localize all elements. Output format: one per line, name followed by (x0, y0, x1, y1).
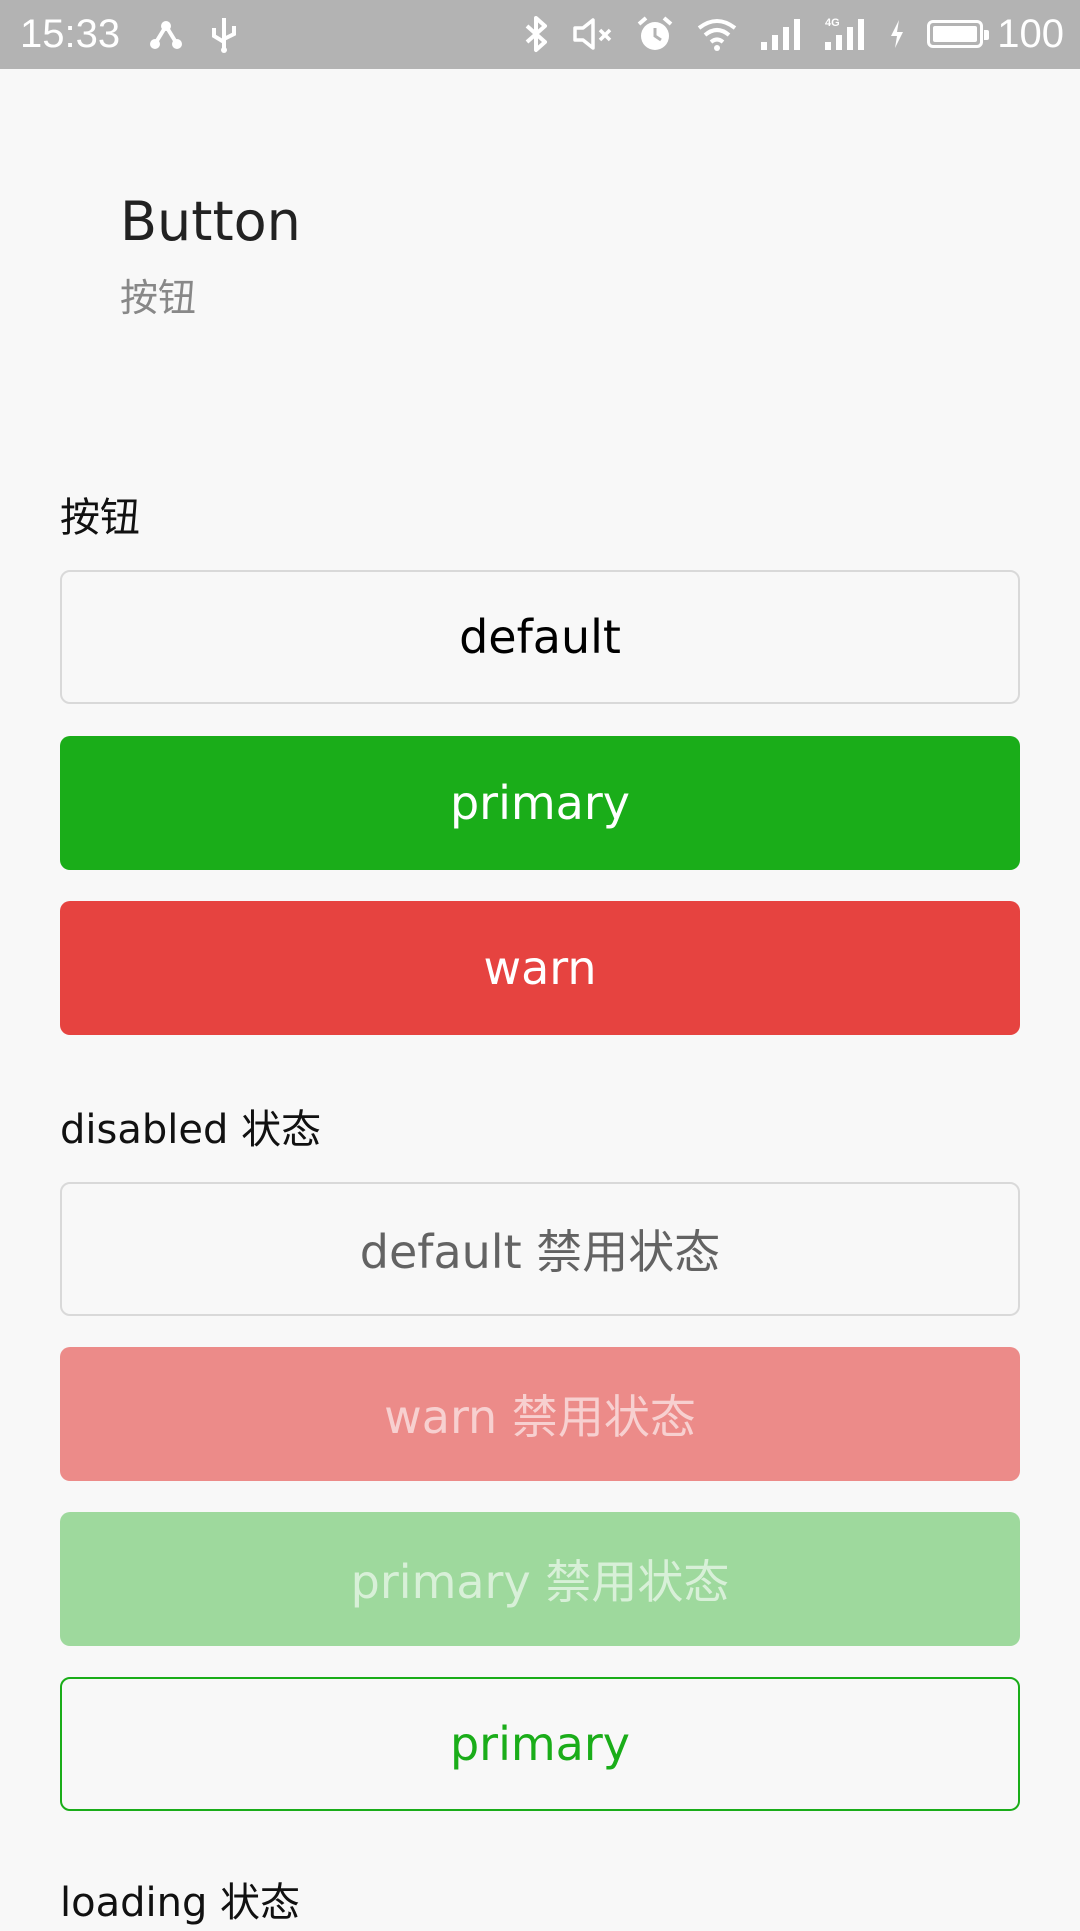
status-left-icons (146, 10, 240, 58)
status-time: 15:33 (20, 12, 121, 56)
page-desc: 按钮 (120, 276, 197, 320)
mute-icon (571, 14, 615, 54)
usb-icon (208, 14, 240, 54)
alarm-icon (635, 14, 675, 54)
warn-button[interactable]: warn (60, 901, 1020, 1035)
section-title-disabled: disabled 状态 (60, 1107, 322, 1153)
status-right-icons: 4G 100 (521, 10, 1064, 58)
battery-percent: 100 (997, 11, 1064, 56)
status-bar: 15:33 4G 100 (0, 0, 1080, 69)
signal-icon (759, 14, 803, 54)
section-title-loading: loading 状态 (60, 1880, 301, 1926)
battery-indicator: 100 (927, 12, 1064, 57)
primary-disabled-button: primary 禁用状态 (60, 1512, 1020, 1646)
page-title: Button (120, 190, 301, 253)
share-icon (146, 14, 186, 54)
charging-icon (887, 14, 907, 54)
default-disabled-button: default 禁用状态 (60, 1182, 1020, 1316)
signal-4g-icon: 4G (823, 14, 867, 54)
svg-text:4G: 4G (825, 17, 840, 29)
battery-icon (927, 20, 990, 48)
default-button[interactable]: default (60, 570, 1020, 704)
battery-fill (933, 26, 978, 42)
section-title-buttons: 按钮 (60, 495, 140, 541)
primary-plain-button[interactable]: primary (60, 1677, 1020, 1811)
bluetooth-icon (521, 14, 551, 54)
primary-button[interactable]: primary (60, 736, 1020, 870)
page-header: Button 按钮 (120, 186, 301, 324)
warn-disabled-button: warn 禁用状态 (60, 1347, 1020, 1481)
wifi-icon (695, 14, 739, 54)
